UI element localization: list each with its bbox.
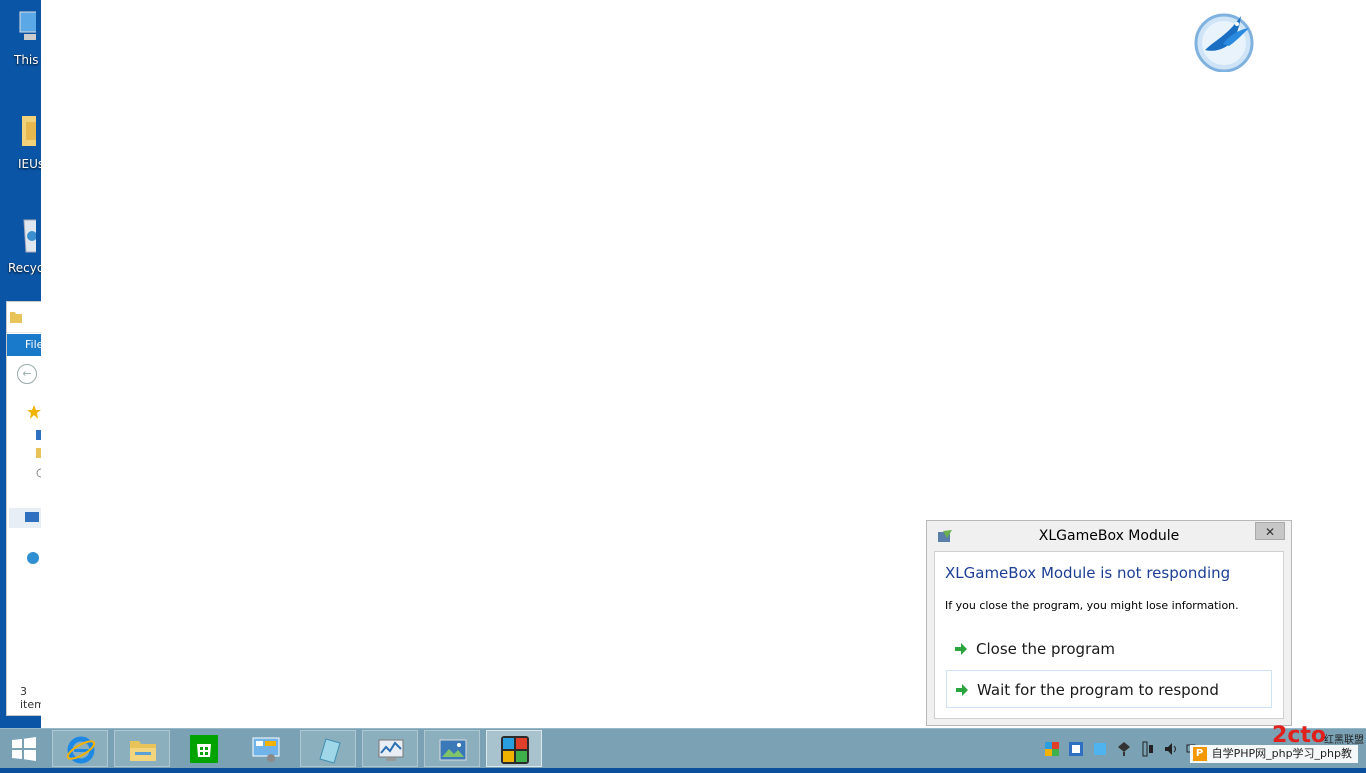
desktop-icon-ieuser[interactable]: IEUser: [0, 112, 42, 171]
wait-program-option[interactable]: Wait for the program to respond: [946, 670, 1272, 708]
computer-icon: [19, 11, 41, 40]
window-tray-icon[interactable]: [1092, 741, 1108, 757]
control-panel-icon: [252, 737, 280, 762]
desktop-icon-recycle-bin[interactable]: Recycle Bin: [0, 216, 42, 275]
star-icon[interactable]: [26, 404, 42, 420]
taskbar-file-explorer[interactable]: [114, 730, 170, 767]
arrow-right-icon: [955, 643, 967, 655]
dialog-message: If you close the program, you might lose…: [945, 599, 1239, 612]
store-icon: [190, 735, 218, 763]
desktop-icon-label: This PC: [14, 53, 42, 67]
taskbar-store[interactable]: [176, 730, 232, 767]
volume-icon[interactable]: [1164, 741, 1180, 757]
notepad-icon: [319, 738, 341, 764]
dialog-titlebar: XLGameBox Module ✕: [927, 521, 1291, 551]
not-responding-dialog[interactable]: XLGameBox Module ✕ XLGameBox Module is n…: [926, 520, 1292, 726]
close-button[interactable]: ✕: [1255, 522, 1285, 540]
photo-icon: [439, 739, 467, 761]
taskbar: 2cto 红黑联盟 P 自学PHP网_php学习_php教: [0, 723, 1366, 769]
desktop-icon-this-pc[interactable]: This PC: [0, 8, 42, 67]
taskbar-internet-explorer[interactable]: [52, 730, 108, 767]
user-folder-icon: [22, 116, 36, 146]
watermark-text: 自学PHP网_php学习_php教: [1211, 747, 1352, 760]
option-label: Wait for the program to respond: [977, 681, 1219, 699]
gamebox-tray-icon[interactable]: [1044, 741, 1060, 757]
gamebox-icon: [501, 736, 529, 764]
desktop-icon-label: IEUser: [18, 157, 42, 171]
watermark-banner: P 自学PHP网_php学习_php教: [1189, 745, 1358, 763]
computer-icon: [25, 512, 39, 522]
dialog-heading: XLGameBox Module is not responding: [945, 564, 1231, 582]
taskbar-photos[interactable]: [424, 730, 480, 767]
network-tray-icon[interactable]: [1116, 741, 1132, 757]
network-icon[interactable]: [26, 551, 40, 565]
option-label: Close the program: [976, 640, 1116, 658]
start-button[interactable]: [0, 729, 48, 769]
windows-logo-icon: [12, 737, 36, 761]
arrow-right-icon: [956, 684, 968, 696]
taskbar-xlgamebox[interactable]: [486, 730, 542, 767]
back-arrow-icon[interactable]: ←: [17, 364, 37, 384]
device-tray-icon[interactable]: [1140, 741, 1156, 757]
taskbar-system-monitor[interactable]: [362, 730, 418, 767]
bird-logo-icon[interactable]: [1193, 10, 1255, 72]
dialog-title: XLGameBox Module: [1038, 528, 1180, 544]
desktop-icon-label: Recycle Bin: [8, 261, 42, 275]
recycle-bin-icon: [23, 219, 41, 253]
system-tray: 2cto 红黑联盟 P 自学PHP网_php学习_php教: [1036, 723, 1366, 769]
watermark-logo-side: 红黑联盟: [1324, 735, 1364, 746]
ie-icon: [66, 736, 96, 764]
taskbar-control-panel[interactable]: [238, 730, 294, 767]
close-program-option[interactable]: Close the program: [946, 630, 1272, 668]
shield-icon[interactable]: [1068, 741, 1084, 757]
watermark-p-icon: P: [1192, 747, 1207, 761]
taskbar-notepad[interactable]: [300, 730, 356, 767]
monitor-icon: [378, 739, 404, 761]
dialog-body: XLGameBox Module is not responding If yo…: [934, 551, 1284, 719]
folder-icon: [130, 741, 156, 761]
folder-icon: [10, 312, 22, 323]
